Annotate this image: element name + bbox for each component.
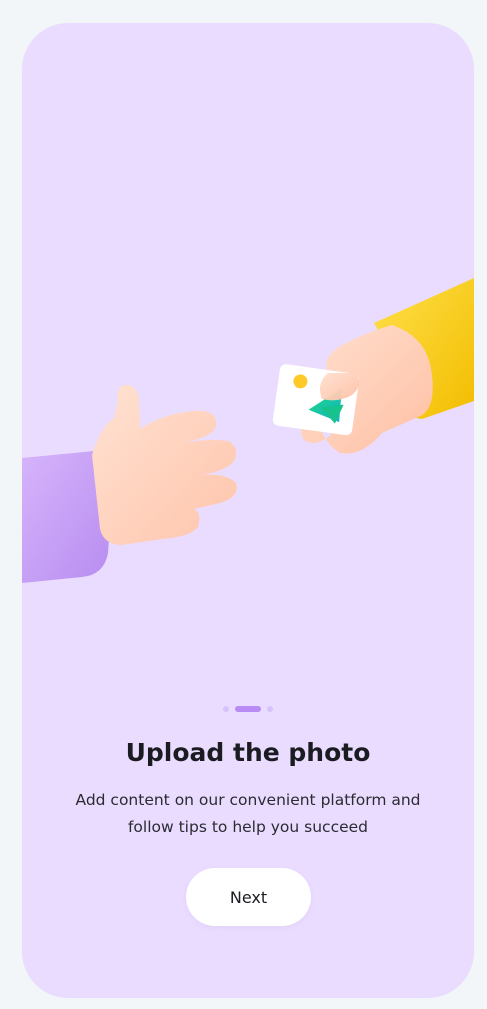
pagination-dots [22, 706, 474, 712]
onboarding-screen: Upload the photo Add content on our conv… [22, 23, 474, 998]
hands-passing-photo-illustration [22, 278, 474, 583]
page-title: Upload the photo [125, 738, 371, 767]
pagination-dot[interactable] [223, 706, 229, 712]
pagination-dot-active[interactable] [235, 706, 261, 712]
next-button[interactable]: Next [186, 868, 311, 926]
pagination-dot[interactable] [267, 706, 273, 712]
left-hand [92, 385, 237, 545]
description-text: Add content on our convenient platform a… [75, 791, 421, 836]
